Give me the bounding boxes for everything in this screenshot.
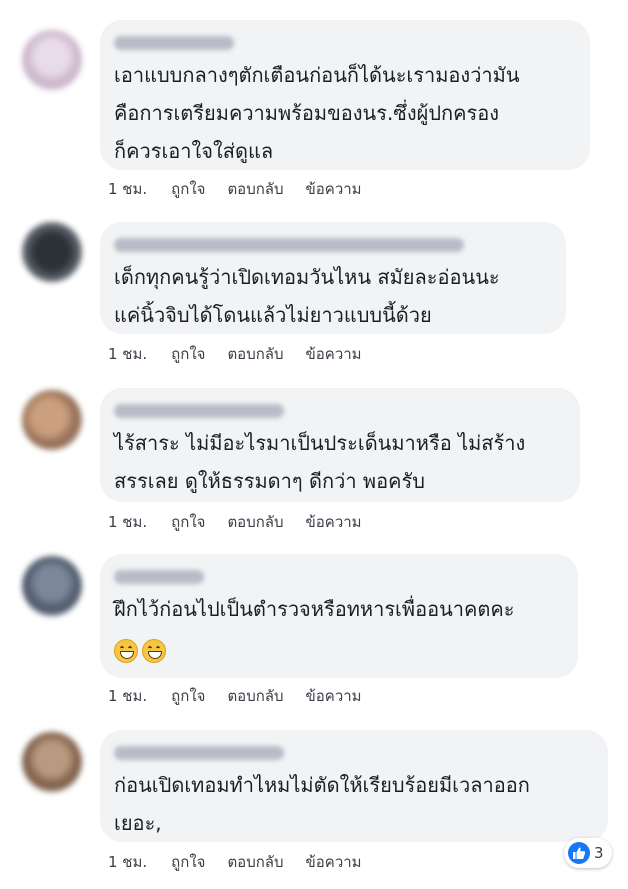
avatar[interactable]: [22, 30, 82, 90]
comment-text: เอาแบบกลางๆตักเตือนก่อนก็ได้นะเรามองว่าม…: [114, 63, 520, 163]
reply-button[interactable]: ตอบกลับ: [227, 510, 283, 534]
message-button[interactable]: ข้อความ: [306, 510, 362, 534]
commenter-name[interactable]: [114, 570, 204, 584]
comment-text-line: ฝึกไว้ก่อนไปเป็นตำรวจหรือทหารเพื่ออนาคตค…: [114, 597, 515, 621]
comment-actions: 1 ชม. ถูกใจ ตอบกลับ ข้อความ: [108, 510, 384, 534]
comment-time[interactable]: 1 ชม.: [108, 177, 147, 201]
commenter-name[interactable]: [114, 238, 464, 252]
comment-text: ก่อนเปิดเทอมทำไหมไม่ตัดให้เรียบร้อยมีเวล…: [114, 773, 530, 835]
like-button[interactable]: ถูกใจ: [171, 850, 205, 874]
comment-actions: 1 ชม. ถูกใจ ตอบกลับ ข้อความ: [108, 177, 384, 201]
like-button[interactable]: ถูกใจ: [171, 342, 205, 366]
comment-time[interactable]: 1 ชม.: [108, 342, 147, 366]
comment-bubble: ฝึกไว้ก่อนไปเป็นตำรวจหรือทหารเพื่ออนาคตค…: [100, 554, 578, 678]
commenter-name[interactable]: [114, 36, 234, 50]
comment-time[interactable]: 1 ชม.: [108, 850, 147, 874]
avatar[interactable]: [22, 732, 82, 792]
message-button[interactable]: ข้อความ: [306, 850, 362, 874]
message-button[interactable]: ข้อความ: [306, 342, 362, 366]
comment-actions: 1 ชม. ถูกใจ ตอบกลับ ข้อความ: [108, 850, 384, 874]
comment-time[interactable]: 1 ชม.: [108, 684, 147, 708]
reply-button[interactable]: ตอบกลับ: [227, 850, 283, 874]
comment-text: ฝึกไว้ก่อนไปเป็นตำรวจหรือทหารเพื่ออนาคตค…: [114, 590, 562, 668]
comment-time[interactable]: 1 ชม.: [108, 510, 147, 534]
like-button[interactable]: ถูกใจ: [171, 177, 205, 201]
like-button[interactable]: ถูกใจ: [171, 684, 205, 708]
comment-bubble: ก่อนเปิดเทอมทำไหมไม่ตัดให้เรียบร้อยมีเวล…: [100, 730, 608, 842]
commenter-name[interactable]: [114, 404, 284, 418]
comment-actions: 1 ชม. ถูกใจ ตอบกลับ ข้อความ: [108, 684, 384, 708]
grinning-emoji: [114, 630, 170, 668]
reply-button[interactable]: ตอบกลับ: [227, 342, 283, 366]
like-button[interactable]: ถูกใจ: [171, 510, 205, 534]
avatar[interactable]: [22, 222, 82, 282]
commenter-name[interactable]: [114, 746, 284, 760]
comment-bubble: เด็กทุกคนรู้ว่าเปิดเทอมวันไหน สมัยละอ่อน…: [100, 222, 566, 334]
avatar[interactable]: [22, 556, 82, 616]
comment-actions: 1 ชม. ถูกใจ ตอบกลับ ข้อความ: [108, 342, 384, 366]
comment-bubble: ไร้สาระ ไม่มีอะไรมาเป็นประเด็นมาหรือ ไม่…: [100, 388, 580, 502]
like-icon: [568, 842, 590, 864]
reaction-count: 3: [594, 844, 604, 862]
reaction-summary[interactable]: 3: [564, 838, 612, 868]
message-button[interactable]: ข้อความ: [306, 684, 362, 708]
comment-bubble: เอาแบบกลางๆตักเตือนก่อนก็ได้นะเรามองว่าม…: [100, 20, 590, 170]
reply-button[interactable]: ตอบกลับ: [227, 684, 283, 708]
message-button[interactable]: ข้อความ: [306, 177, 362, 201]
comment-text: เด็กทุกคนรู้ว่าเปิดเทอมวันไหน สมัยละอ่อน…: [114, 265, 500, 327]
reply-button[interactable]: ตอบกลับ: [227, 177, 283, 201]
comment-text: ไร้สาระ ไม่มีอะไรมาเป็นประเด็นมาหรือ ไม่…: [114, 431, 526, 493]
avatar[interactable]: [22, 390, 82, 450]
